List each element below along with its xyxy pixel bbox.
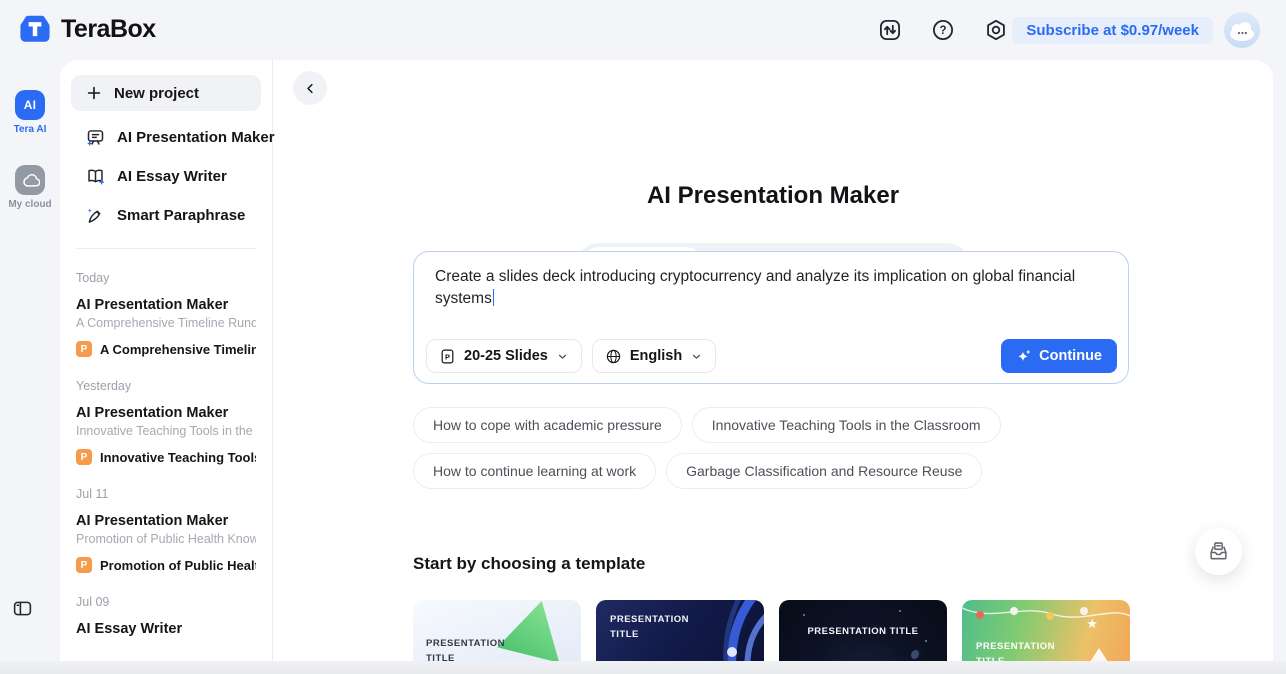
- history-date: Yesterday: [76, 379, 256, 393]
- suggestion-chips: How to cope with academic pressure Innov…: [413, 407, 1001, 499]
- slides-count-dropdown[interactable]: P 20-25 Slides: [426, 339, 582, 373]
- sidebar-item-label: AI Presentation Maker: [117, 129, 275, 146]
- language-dropdown[interactable]: English: [592, 339, 716, 373]
- help-icon[interactable]: ?: [931, 18, 955, 42]
- header-actions: ? Subscribe at $0.97/week: [878, 0, 1260, 60]
- suggestion-chip[interactable]: Garbage Classification and Resource Reus…: [666, 453, 982, 489]
- tera-ai-icon: AI: [15, 90, 45, 120]
- bottom-fade-bar: [0, 661, 1286, 674]
- avatar[interactable]: [1224, 12, 1260, 48]
- ppt-file-icon: P: [76, 557, 92, 573]
- sidebar-item-smart-paraphrase[interactable]: Smart Paraphrase: [71, 196, 261, 235]
- decor-moon: [911, 650, 921, 660]
- decor-star: [925, 640, 927, 642]
- left-rail: AI Tera AI My cloud: [0, 60, 60, 674]
- sidebar-item-label: Smart Paraphrase: [117, 207, 245, 224]
- terabox-logo-text: TeraBox: [61, 15, 156, 44]
- prompt-value: Create a slides deck introducing cryptoc…: [435, 268, 1075, 307]
- settings-icon[interactable]: [984, 18, 1008, 42]
- history-file-label: A Comprehensive Timeline R...: [100, 342, 256, 357]
- collapse-panel-button[interactable]: [293, 71, 327, 105]
- subscribe-button[interactable]: Subscribe at $0.97/week: [1012, 17, 1213, 44]
- ppt-file-icon: P: [76, 341, 92, 357]
- decor-lights-string: [962, 602, 1130, 628]
- plus-icon: [85, 84, 103, 102]
- chevron-left-icon: [302, 80, 319, 97]
- rail-item-label: My cloud: [8, 199, 51, 210]
- history-item-subtitle: Innovative Teaching Tools in the C...: [76, 424, 256, 438]
- template-section-heading: Start by choosing a template: [413, 554, 645, 574]
- history-item-title[interactable]: AI Presentation Maker: [76, 513, 256, 529]
- svg-text:?: ?: [940, 25, 947, 37]
- paraphrase-pen-icon: [85, 205, 106, 226]
- main-area: AI Presentation Maker Generate Paste Tex…: [273, 60, 1273, 674]
- decor-triangle: [497, 600, 573, 663]
- sidebar-divider: [76, 248, 256, 249]
- rail-item-my-cloud[interactable]: My cloud: [0, 165, 60, 210]
- new-project-label: New project: [114, 85, 199, 102]
- history-file-label: Innovative Teaching Tools in t...: [100, 450, 256, 465]
- presentation-chat-icon: [85, 127, 106, 148]
- slides-page-icon: P: [439, 348, 456, 365]
- svg-text:P: P: [445, 352, 450, 361]
- feedback-inbox-button[interactable]: [1195, 528, 1242, 575]
- history-file-item[interactable]: P Promotion of Public Health K...: [76, 557, 256, 573]
- history-list: Today AI Presentation Maker A Comprehens…: [60, 271, 272, 637]
- sidebar-item-ai-presentation-maker[interactable]: AI Presentation Maker: [71, 118, 261, 157]
- new-project-button[interactable]: New project: [71, 75, 261, 111]
- transfer-icon[interactable]: [878, 18, 902, 42]
- language-value: English: [630, 348, 682, 364]
- content-panel: New project AI Presentation Maker AI Ess…: [60, 60, 1273, 674]
- essay-book-icon: [85, 166, 106, 187]
- chevron-down-icon: [556, 350, 569, 363]
- template-title: PRESENTATION TITLE: [610, 613, 700, 642]
- collapse-sidebar-icon[interactable]: [12, 598, 33, 619]
- history-item-subtitle: A Comprehensive Timeline Rundo...: [76, 316, 256, 330]
- text-caret: [493, 289, 495, 306]
- sidebar-item-ai-essay-writer[interactable]: AI Essay Writer: [71, 157, 261, 196]
- page-title: AI Presentation Maker: [273, 182, 1273, 210]
- suggestion-chip[interactable]: How to continue learning at work: [413, 453, 656, 489]
- decor-star: ★: [1086, 616, 1098, 632]
- template-title: PRESENTATION TITLE: [779, 625, 947, 640]
- history-date: Today: [76, 271, 256, 285]
- continue-button[interactable]: Continue: [1001, 339, 1117, 373]
- continue-label: Continue: [1039, 348, 1102, 364]
- inbox-icon: [1207, 540, 1230, 563]
- terabox-logo[interactable]: TeraBox: [18, 12, 156, 46]
- prompt-controls: P 20-25 Slides English: [426, 339, 1117, 373]
- history-file-item[interactable]: P Innovative Teaching Tools in t...: [76, 449, 256, 465]
- suggestion-chip[interactable]: How to cope with academic pressure: [413, 407, 682, 443]
- history-date: Jul 11: [76, 487, 256, 501]
- history-date: Jul 09: [76, 595, 256, 609]
- history-item-subtitle: Promotion of Public Health Knowl...: [76, 532, 256, 546]
- history-file-label: Promotion of Public Health K...: [100, 558, 256, 573]
- history-item-title[interactable]: AI Presentation Maker: [76, 405, 256, 421]
- slides-count-value: 20-25 Slides: [464, 348, 548, 364]
- decor-star: [899, 610, 901, 612]
- prompt-card: Create a slides deck introducing cryptoc…: [413, 251, 1129, 384]
- globe-icon: [605, 348, 622, 365]
- history-file-item[interactable]: P A Comprehensive Timeline R...: [76, 341, 256, 357]
- suggestion-chip[interactable]: Innovative Teaching Tools in the Classro…: [692, 407, 1001, 443]
- decor-bulb: [1110, 644, 1116, 650]
- my-cloud-icon: [15, 165, 45, 195]
- terabox-logo-icon: [18, 12, 52, 46]
- decor-star: [803, 614, 805, 616]
- sidebar: New project AI Presentation Maker AI Ess…: [60, 60, 273, 674]
- cloud-character-icon: [1227, 19, 1257, 41]
- sidebar-item-label: AI Essay Writer: [117, 168, 227, 185]
- history-item-title[interactable]: AI Presentation Maker: [76, 297, 256, 313]
- rail-item-label: Tera AI: [14, 124, 47, 135]
- rail-item-tera-ai[interactable]: AI Tera AI: [0, 90, 60, 135]
- sparkle-icon: [1016, 348, 1032, 364]
- chevron-down-icon: [690, 350, 703, 363]
- history-item-title[interactable]: AI Essay Writer: [76, 621, 256, 637]
- ppt-file-icon: P: [76, 449, 92, 465]
- prompt-input[interactable]: Create a slides deck introducing cryptoc…: [435, 266, 1107, 311]
